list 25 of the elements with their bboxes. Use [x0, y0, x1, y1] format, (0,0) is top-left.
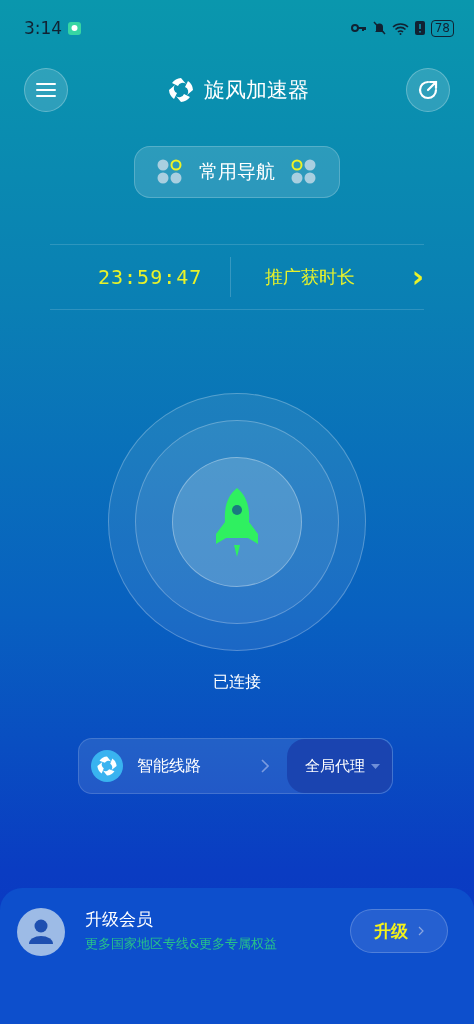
- share-button[interactable]: [406, 68, 450, 112]
- menu-icon: [36, 82, 56, 98]
- chevron-icon: [418, 926, 424, 936]
- connection-status: 已连接: [212, 672, 262, 693]
- member-benefits: 更多国家地区专线&更多专属权益: [85, 935, 279, 953]
- avatar-icon: [17, 908, 65, 956]
- upgrade-button[interactable]: 升级: [350, 909, 448, 953]
- chevron-icon[interactable]: ›: [411, 262, 424, 292]
- muted-bell-icon: [372, 21, 386, 35]
- app-notification-icon: [68, 21, 82, 35]
- rocket-icon: [213, 486, 261, 558]
- key-icon: [350, 23, 367, 33]
- wifi-icon: [391, 21, 409, 35]
- clover-icon: [291, 159, 317, 185]
- status-time: 3:14: [24, 18, 63, 38]
- remaining-time: 23:59:47: [98, 265, 203, 289]
- battery-indicator: 78: [430, 19, 454, 37]
- alert-icon: [414, 21, 425, 35]
- app-title: 旋风加速器: [203, 77, 309, 104]
- navigation-button[interactable]: 常用导航: [134, 146, 340, 198]
- clover-icon: [157, 159, 183, 185]
- share-icon: [417, 79, 439, 101]
- member-title: 升级会员: [85, 908, 154, 931]
- menu-button[interactable]: [24, 68, 68, 112]
- promo-link[interactable]: 推广获时长: [265, 265, 356, 289]
